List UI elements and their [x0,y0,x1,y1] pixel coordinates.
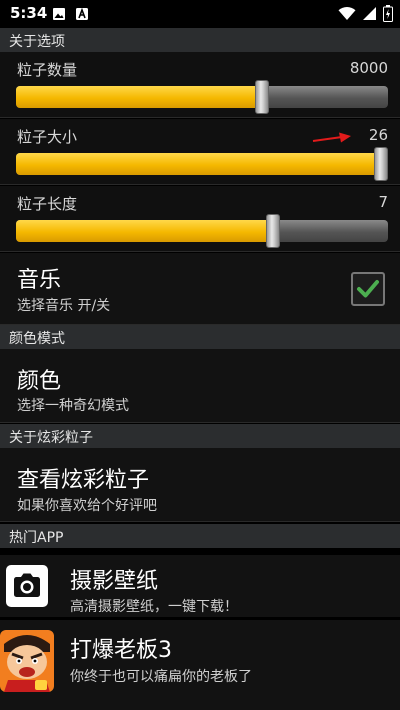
slider-thumb[interactable] [254,80,269,114]
battery-icon [383,5,393,22]
notification-a-icon [76,7,88,20]
music-title: 音乐 [17,268,62,293]
app-subtitle: 你终于也可以痛扁你的老板了 [70,669,252,685]
slider-label: 粒子大小 [17,128,78,146]
section-title: 热门APP [9,530,64,546]
color-title: 颜色 [17,369,62,394]
slider-thumb[interactable] [265,214,280,248]
slider-label: 粒子长度 [17,195,78,213]
slider-value: 26 [368,126,388,144]
red-arrow-icon [312,132,351,143]
section-header-color-mode: 颜色模式 [0,325,400,349]
app-title: 打爆老板3 [70,638,172,663]
signal-icon [363,7,376,20]
section-header-about-particles: 关于炫彩粒子 [0,424,400,448]
gallery-icon [53,8,65,20]
music-checkbox[interactable] [351,272,385,306]
status-time: 5:34 [10,4,48,22]
particle-length-slider[interactable] [16,214,388,248]
app-item-photo-wallpaper[interactable]: 摄影壁纸 高清摄影壁纸，一键下载！ [0,555,400,617]
color-summary: 选择一种奇幻模式 [17,398,129,414]
section-title: 关于选项 [9,34,65,50]
section-header-about-options: 关于选项 [0,28,400,52]
slider-row-particle-length: 粒子长度 7 [0,186,400,252]
view-particles-row[interactable]: 查看炫彩粒子 如果你喜欢给个好评吧 [0,448,400,522]
slider-value: 7 [378,193,388,211]
slider-label: 粒子数量 [17,61,78,79]
slider-fill [16,153,381,175]
slider-row-particle-size: 粒子大小 26 [0,119,400,185]
particle-count-slider[interactable] [16,80,388,114]
particle-size-slider[interactable] [16,147,388,181]
music-pref-row[interactable]: 音乐 选择音乐 开/关 [0,253,400,325]
section-title: 颜色模式 [9,331,65,347]
slider-thumb[interactable] [373,147,388,181]
slider-fill [16,86,262,108]
angry-boss-icon [0,630,54,692]
view-particles-summary: 如果你喜欢给个好评吧 [17,498,157,514]
status-bar: 5:34 [0,0,400,28]
view-particles-title: 查看炫彩粒子 [17,468,150,493]
app-subtitle: 高清摄影壁纸，一键下载！ [70,599,238,615]
section-header-hot-apps: 热门APP [0,524,400,548]
app-title: 摄影壁纸 [70,569,159,594]
app-item-beat-the-boss[interactable]: 打爆老板3 你终于也可以痛扁你的老板了 [0,620,400,710]
color-pref-row[interactable]: 颜色 选择一种奇幻模式 [0,349,400,423]
slider-row-particle-count: 粒子数量 8000 [0,52,400,118]
section-title: 关于炫彩粒子 [9,430,93,446]
camera-icon [6,565,48,607]
slider-fill [16,220,273,242]
wifi-icon [338,7,356,20]
checkmark-icon [357,280,379,298]
music-summary: 选择音乐 开/关 [17,298,111,314]
slider-value: 8000 [349,59,388,77]
